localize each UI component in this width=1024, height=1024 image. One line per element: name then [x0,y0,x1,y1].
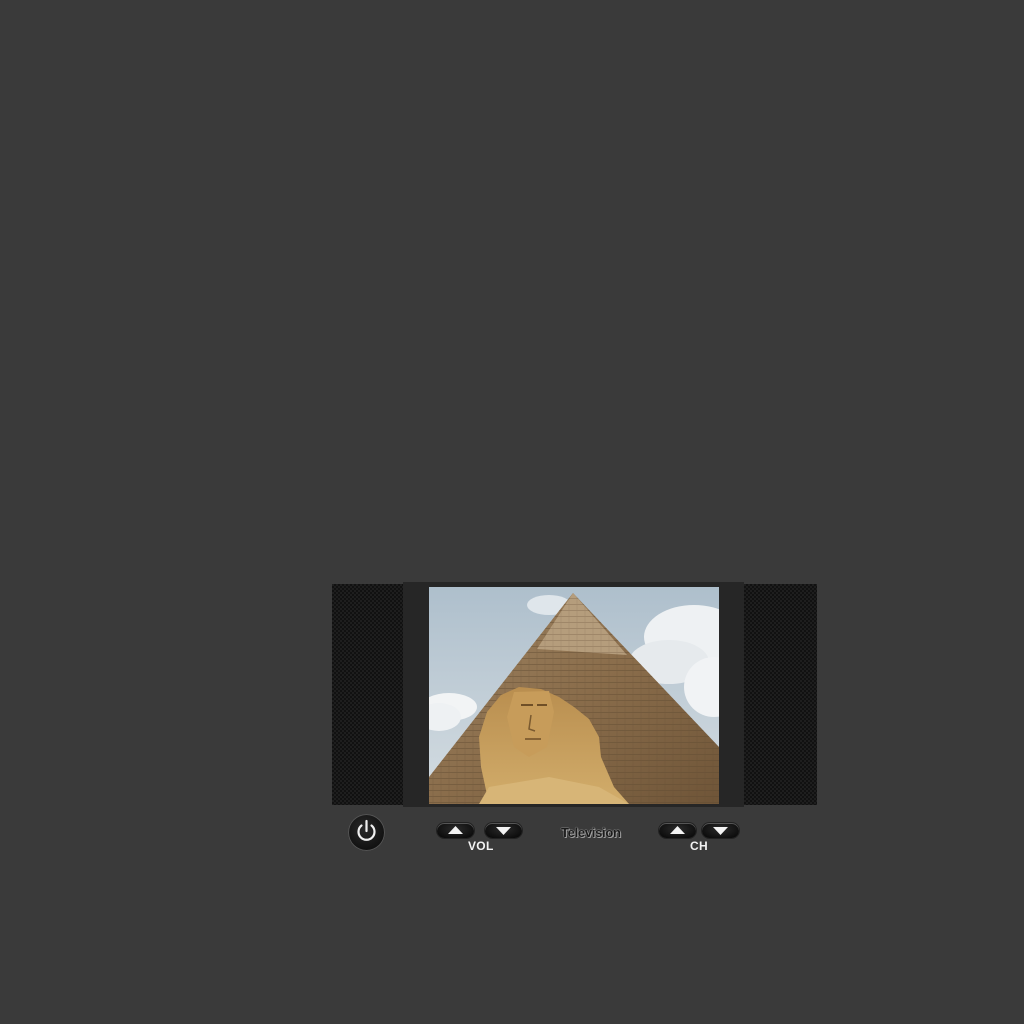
tv-screen [429,587,719,804]
triangle-down-icon [496,827,511,835]
power-icon [357,819,376,841]
volume-down-button[interactable] [485,823,522,838]
volume-label: VOL [468,839,494,853]
volume-up-button[interactable] [437,823,474,838]
pyramid-and-sphinx-image [429,587,719,804]
television: VOL Television CH [332,582,817,853]
tv-control-panel: VOL Television CH [332,812,817,853]
channel-down-button[interactable] [702,823,739,838]
channel-label: CH [690,839,708,853]
tv-bezel [403,582,744,807]
triangle-down-icon [713,827,728,835]
brand-label: Television [561,825,621,840]
power-button[interactable] [348,814,385,851]
triangle-up-icon [448,826,463,834]
left-speaker-grille [332,584,403,805]
channel-up-button[interactable] [659,823,696,838]
right-speaker-grille [744,584,817,805]
triangle-up-icon [670,826,685,834]
